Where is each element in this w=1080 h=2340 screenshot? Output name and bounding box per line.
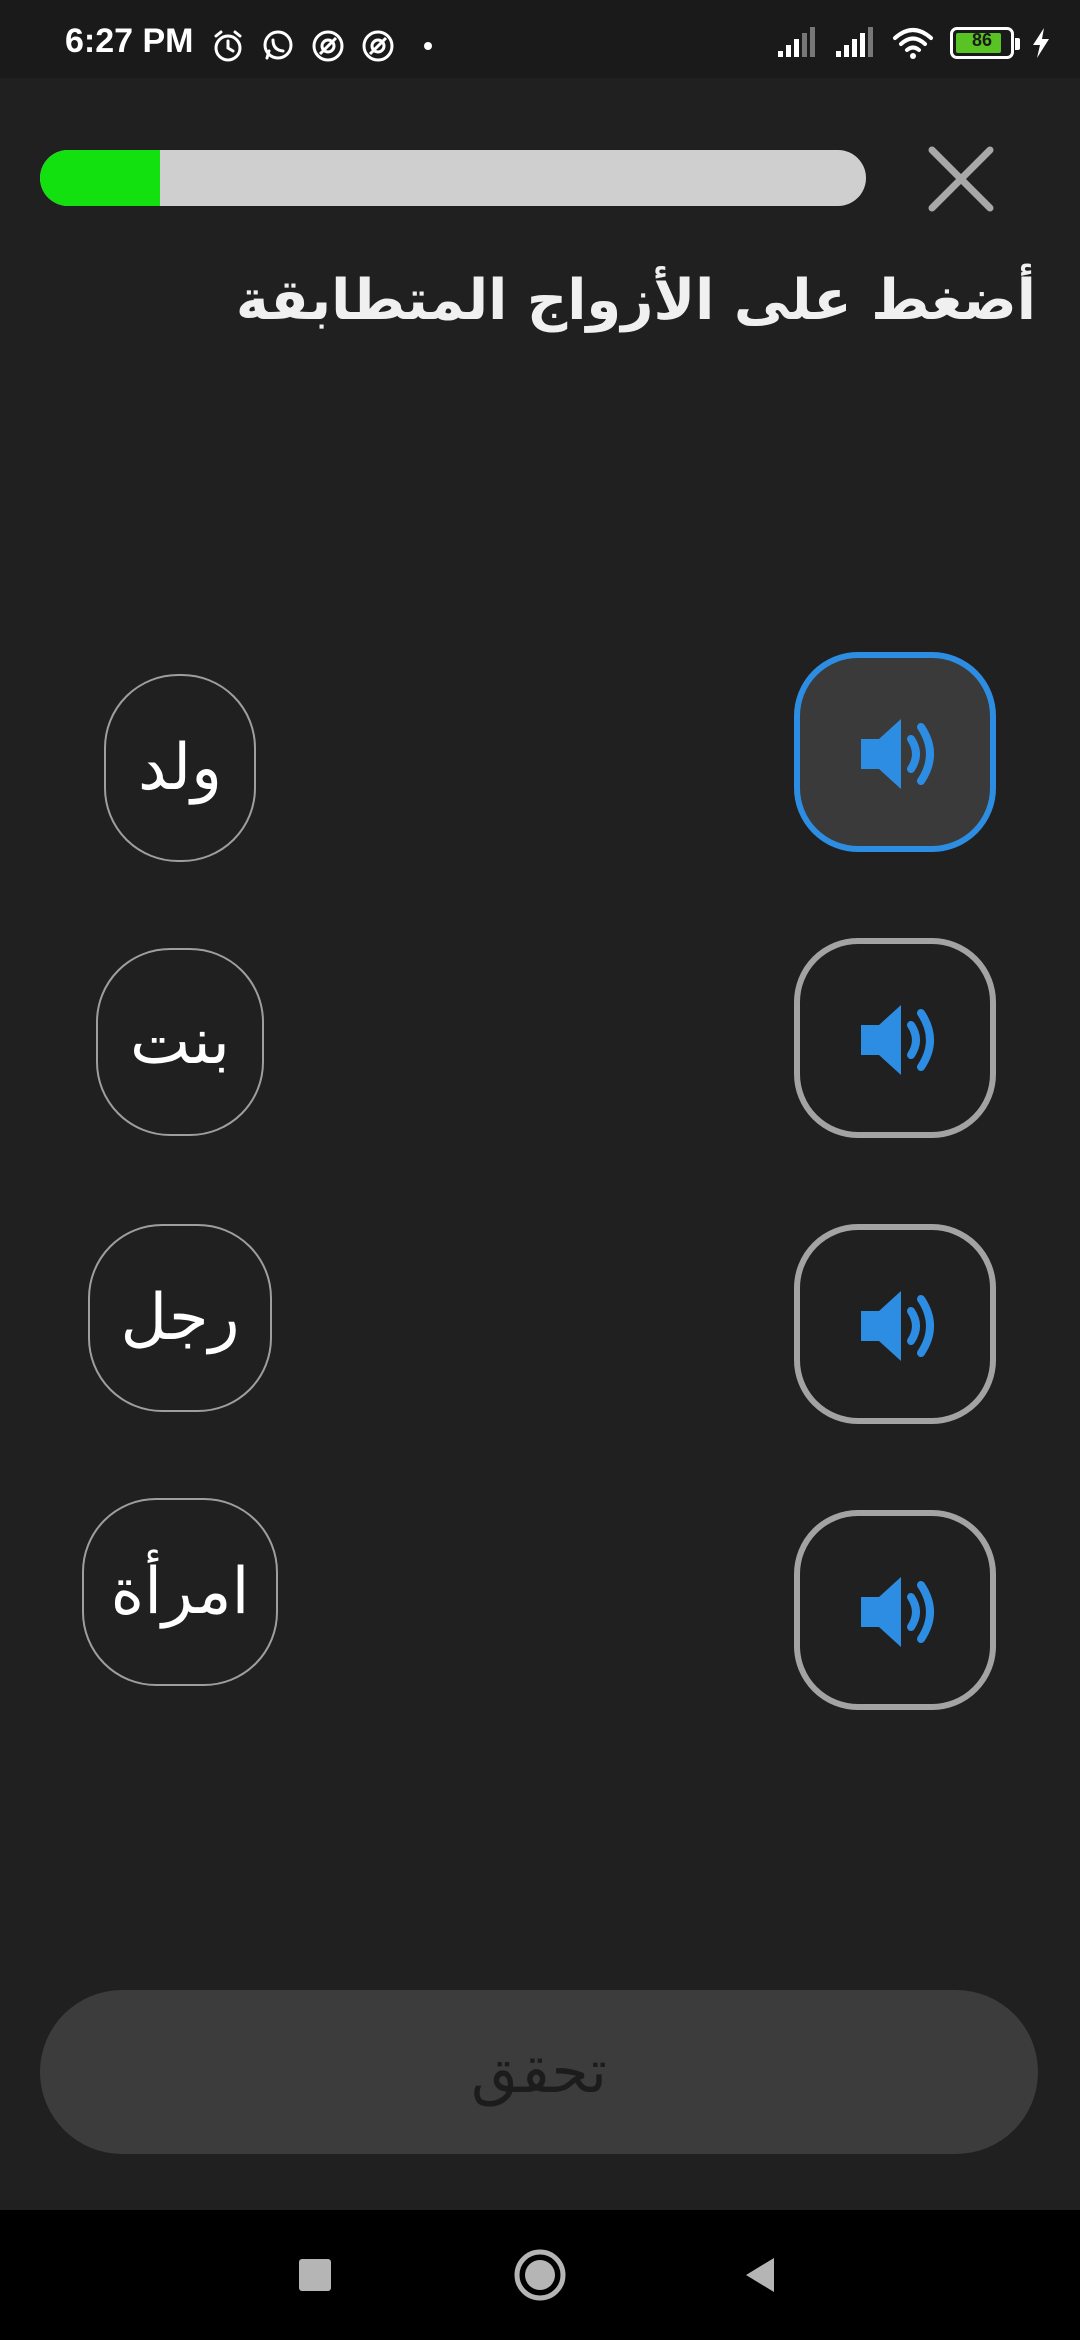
wifi-icon bbox=[893, 28, 933, 59]
square-icon bbox=[299, 2259, 331, 2291]
check-button[interactable]: تحقق bbox=[40, 1990, 1038, 2154]
charging-icon bbox=[1033, 28, 1049, 58]
dot-icon bbox=[424, 42, 432, 50]
audio-button[interactable] bbox=[794, 1510, 996, 1710]
recents-button[interactable] bbox=[280, 2240, 350, 2310]
circle-icon bbox=[514, 2249, 566, 2301]
status-time: 6:27 PM bbox=[65, 22, 194, 60]
alarm-icon bbox=[214, 30, 242, 62]
app-notification-icon bbox=[312, 30, 344, 62]
navigation-bar bbox=[0, 2210, 1080, 2340]
audio-button[interactable] bbox=[794, 938, 996, 1138]
signal-icon bbox=[836, 27, 873, 57]
back-button[interactable] bbox=[725, 2240, 795, 2310]
speaker-icon bbox=[861, 719, 934, 789]
audio-button[interactable] bbox=[794, 1224, 996, 1424]
instruction-title: أضغط على الأزواج المتطابقة bbox=[235, 268, 1036, 333]
notification-icons bbox=[210, 28, 446, 64]
speaker-icon bbox=[861, 1577, 934, 1647]
word-tile[interactable]: ولد bbox=[104, 674, 256, 862]
lesson-progress-fill bbox=[40, 150, 160, 206]
signal-icon bbox=[778, 27, 815, 57]
whatsapp-icon bbox=[263, 30, 293, 60]
word-tile[interactable]: رجل bbox=[88, 1224, 272, 1412]
close-icon bbox=[928, 146, 994, 212]
word-tile[interactable]: بنت bbox=[96, 948, 264, 1136]
word-tile[interactable]: امرأة bbox=[82, 1498, 278, 1686]
system-icons: 86 bbox=[776, 26, 1052, 60]
speaker-icon bbox=[861, 1005, 934, 1075]
speaker-icon bbox=[861, 1291, 934, 1361]
lesson-progress-bar bbox=[40, 150, 866, 206]
status-bar: 6:27 PM 86 bbox=[0, 0, 1080, 78]
battery-level: 86 bbox=[971, 30, 993, 50]
close-button[interactable] bbox=[920, 138, 1002, 220]
back-triangle-icon bbox=[746, 2258, 774, 2292]
app-notification-icon bbox=[362, 30, 394, 62]
home-button[interactable] bbox=[505, 2240, 575, 2310]
battery-icon: 86 bbox=[950, 27, 1020, 59]
audio-button[interactable] bbox=[794, 652, 996, 852]
